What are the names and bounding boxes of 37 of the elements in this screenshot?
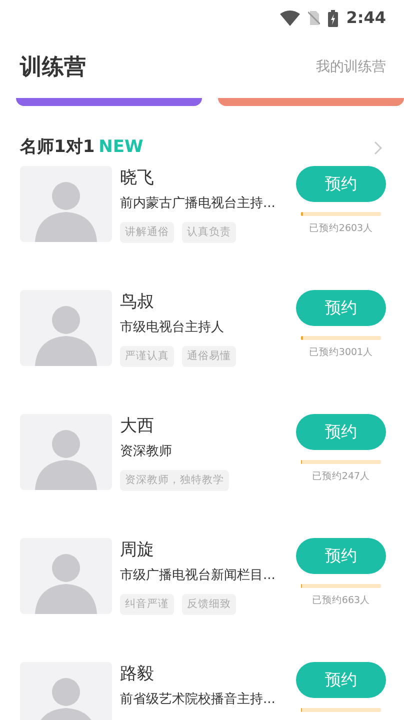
battery-charging-icon	[328, 10, 338, 26]
teacher-tag: 严谨认真	[120, 346, 174, 368]
teacher-description: 市级广播电视台新闻栏目...	[120, 567, 276, 585]
wifi-icon	[280, 10, 300, 26]
teacher-name: 周旋	[120, 539, 155, 562]
teacher-name: 大西	[120, 415, 155, 438]
teacher-tag: 认真负责	[182, 222, 236, 244]
new-label: NEW	[98, 136, 144, 160]
teacher-description: 前内蒙古广播电视台主持...	[120, 195, 276, 213]
booked-count: 已预约3001人	[308, 346, 374, 360]
banner-card[interactable]	[16, 98, 202, 106]
book-button[interactable]: 预约	[296, 662, 386, 698]
book-button[interactable]: 预约	[296, 538, 386, 574]
teacher-description: 市级电视台主持人	[120, 319, 225, 337]
booked-count: 已预约247人	[312, 470, 370, 484]
teacher-name: 鸟叔	[120, 291, 155, 314]
teacher-tag: 纠音严谨	[120, 594, 174, 616]
teacher-description: 资深教师	[120, 443, 173, 461]
teacher-tag: 通俗易懂	[182, 346, 236, 368]
section-title: 名师1对1	[20, 136, 95, 160]
teacher-tag: 讲解通俗	[120, 222, 174, 244]
teacher-tag: 反馈细致	[182, 594, 236, 616]
page-title: 训练营	[20, 54, 86, 82]
booked-count: 已预约663人	[312, 594, 370, 608]
teacher-description: 前省级艺术院校播音主持...	[120, 691, 276, 709]
book-button[interactable]: 预约	[296, 166, 386, 202]
chevron-right-icon[interactable]	[374, 141, 382, 155]
teacher-tag: 资深教师，独特教学	[120, 470, 229, 492]
book-button[interactable]: 预约	[296, 290, 386, 326]
booked-count: 已预约2603人	[308, 222, 374, 236]
teacher-name: 路毅	[120, 663, 155, 686]
teacher-name: 晓飞	[120, 167, 155, 190]
clock-time: 2:44	[346, 7, 386, 29]
banner-card[interactable]	[218, 98, 404, 106]
my-camp-link[interactable]: 我的训练营	[316, 56, 386, 78]
no-sim-icon	[308, 10, 320, 26]
book-button[interactable]: 预约	[296, 414, 386, 450]
